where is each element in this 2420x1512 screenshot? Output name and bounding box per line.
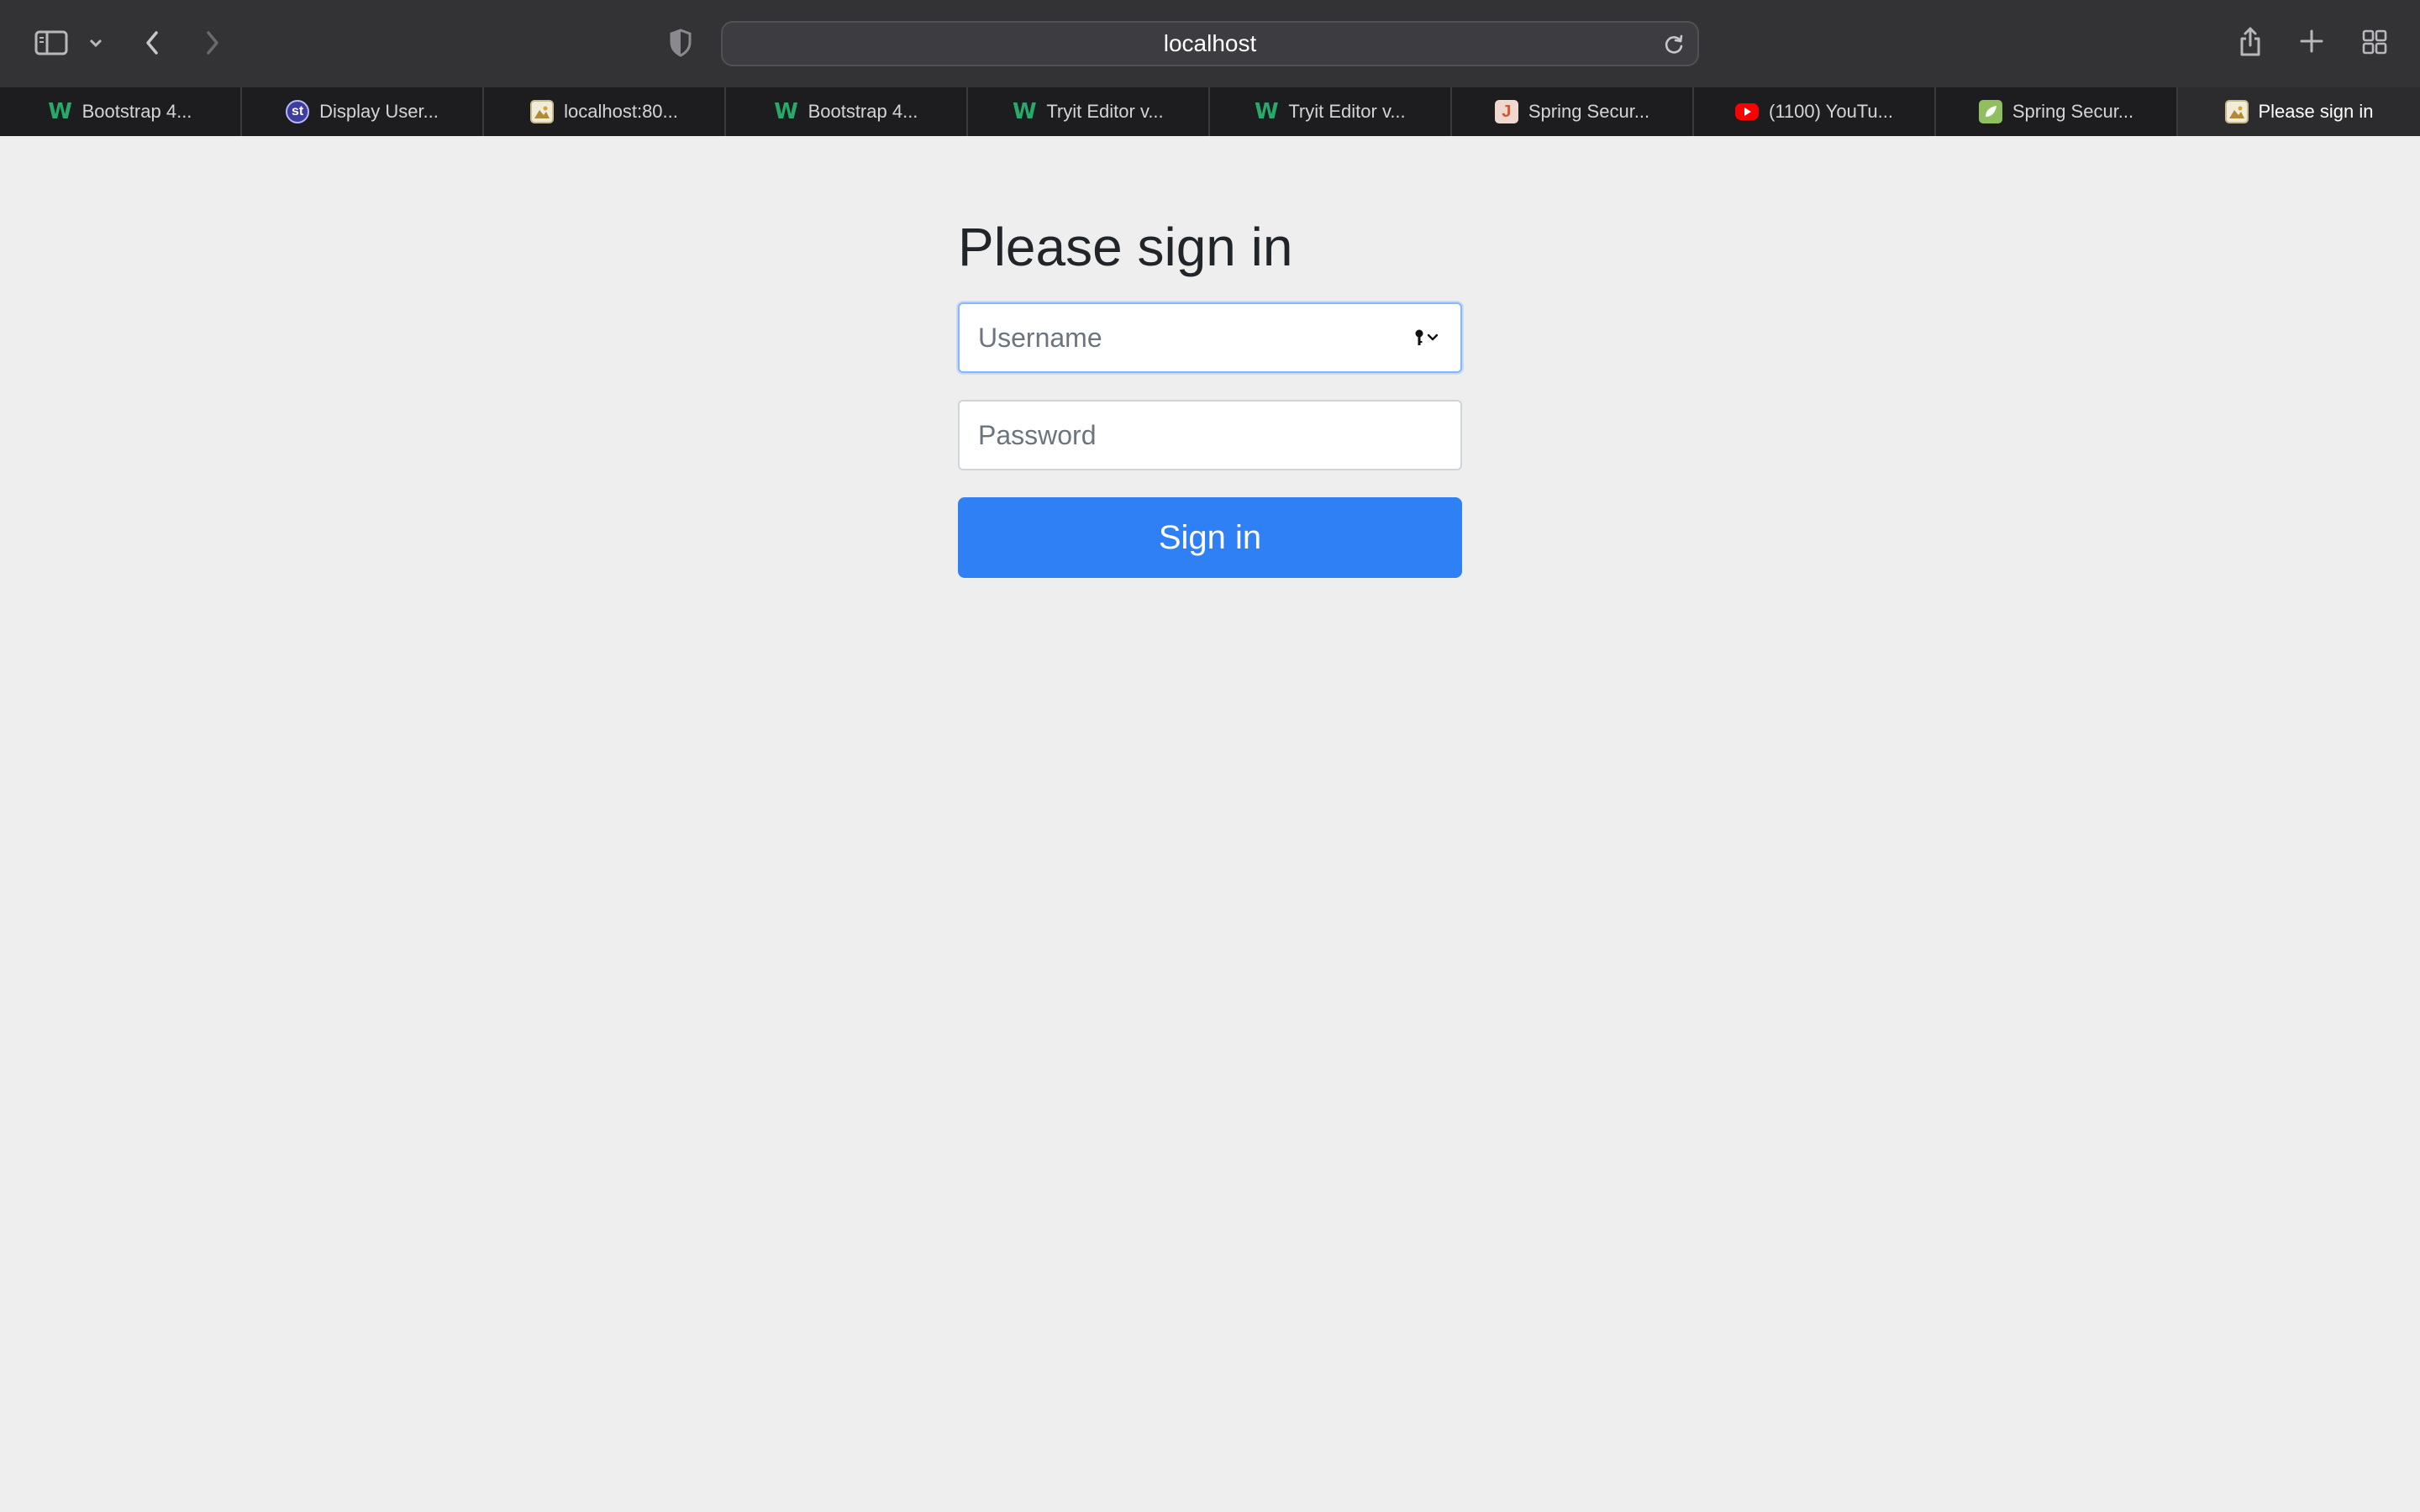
tab-label: Tryit Editor v... bbox=[1288, 101, 1406, 122]
tab-label: Spring Secur... bbox=[2012, 101, 2134, 122]
spring-icon bbox=[1978, 100, 2002, 123]
browser-tab[interactable]: W Bootstrap 4... bbox=[726, 87, 968, 136]
youtube-icon bbox=[1735, 103, 1759, 120]
tab-overview-icon[interactable] bbox=[2360, 27, 2390, 57]
new-tab-icon[interactable] bbox=[2297, 27, 2326, 55]
w3schools-icon: W bbox=[1012, 99, 1037, 124]
j-icon: J bbox=[1494, 100, 1518, 123]
share-icon[interactable] bbox=[2235, 24, 2265, 59]
browser-tab[interactable]: J Spring Secur... bbox=[1452, 87, 1694, 136]
tab-label: Bootstrap 4... bbox=[82, 101, 192, 122]
privacy-shield-icon[interactable] bbox=[666, 27, 696, 59]
reload-icon[interactable] bbox=[1662, 33, 1686, 56]
tab-label: Tryit Editor v... bbox=[1046, 101, 1164, 122]
address-text: localhost bbox=[1163, 30, 1257, 56]
tab-strip: W Bootstrap 4... st Display User... loca… bbox=[0, 87, 2420, 136]
browser-tab[interactable]: st Display User... bbox=[242, 87, 484, 136]
browser-tab-active[interactable]: Please sign in bbox=[2178, 87, 2420, 136]
browser-toolbar: localhost bbox=[0, 0, 2420, 87]
username-input[interactable] bbox=[958, 302, 1462, 373]
image-icon bbox=[530, 100, 555, 123]
password-autofill-key-icon[interactable] bbox=[1408, 323, 1445, 353]
tab-label: Bootstrap 4... bbox=[808, 101, 918, 122]
w3schools-icon: W bbox=[48, 99, 72, 124]
sidebar-toggle-icon[interactable] bbox=[32, 27, 71, 59]
tab-label: Spring Secur... bbox=[1528, 101, 1650, 122]
browser-tab[interactable]: W Bootstrap 4... bbox=[0, 87, 242, 136]
browser-tab[interactable]: localhost:80... bbox=[484, 87, 726, 136]
browser-tab[interactable]: W Tryit Editor v... bbox=[1210, 87, 1452, 136]
tab-label: (1100) YouTu... bbox=[1769, 101, 1893, 122]
tab-label: localhost:80... bbox=[564, 101, 678, 122]
browser-tab[interactable]: (1100) YouTu... bbox=[1694, 87, 1936, 136]
w3schools-icon: W bbox=[774, 99, 798, 124]
studytonight-icon: st bbox=[286, 100, 310, 123]
password-input[interactable] bbox=[958, 400, 1462, 470]
page-content: Please sign in Sign in bbox=[0, 136, 2420, 1512]
forward-icon[interactable] bbox=[200, 27, 225, 59]
sign-in-button[interactable]: Sign in bbox=[958, 497, 1462, 578]
back-icon[interactable] bbox=[139, 27, 165, 59]
tab-label: Please sign in bbox=[2258, 101, 2374, 122]
w3schools-icon: W bbox=[1254, 99, 1279, 124]
chevron-down-icon[interactable] bbox=[84, 32, 108, 54]
address-bar[interactable]: localhost bbox=[721, 21, 1699, 66]
image-icon bbox=[2224, 100, 2249, 123]
browser-tab[interactable]: Spring Secur... bbox=[1936, 87, 2178, 136]
browser-tab[interactable]: W Tryit Editor v... bbox=[968, 87, 1210, 136]
tab-label: Display User... bbox=[319, 101, 439, 122]
page-title: Please sign in bbox=[958, 217, 1293, 277]
